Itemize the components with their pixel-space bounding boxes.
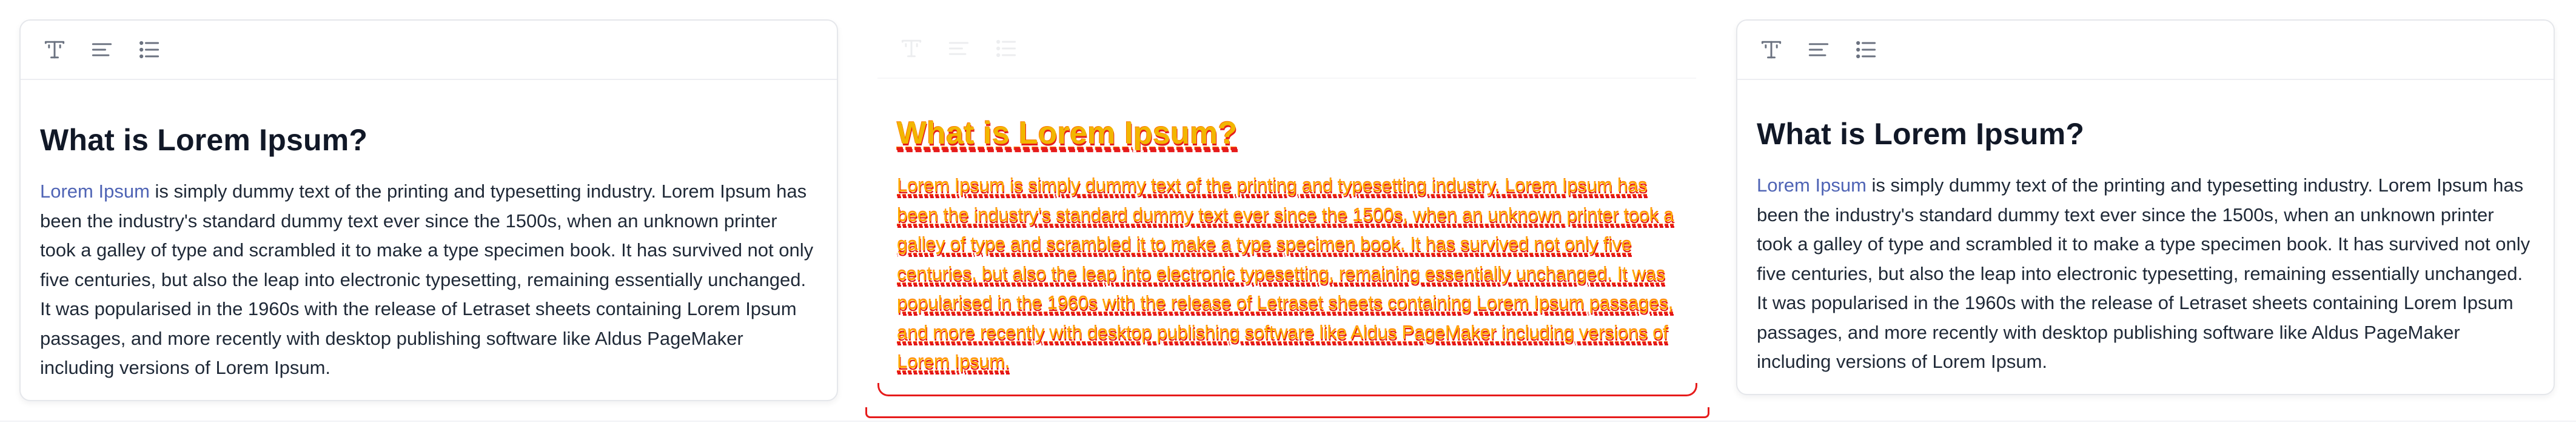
list-button[interactable] [993, 35, 1019, 62]
list-button[interactable] [136, 36, 163, 63]
editor-content[interactable]: What is Lorem Ipsum? Lorem Ipsum is simp… [1737, 80, 2554, 377]
text-style-button[interactable] [41, 36, 68, 63]
document-paragraph: Lorem Ipsum is simply dummy text of the … [40, 177, 817, 383]
align-left-button[interactable] [1805, 36, 1832, 63]
editor-toolbar [21, 21, 837, 80]
text-style-icon [901, 39, 922, 58]
text-style-button[interactable] [898, 35, 925, 62]
glitch-border-outline-outer [865, 407, 1709, 418]
canvas: What is Lorem Ipsum? Lorem Ipsum is simp… [0, 0, 2576, 423]
document-title: What is Lorem Ipsum? [40, 123, 368, 157]
document-title: What is Lorem Ipsum? [1757, 117, 2085, 151]
list-icon [1856, 41, 1876, 59]
glitch-border-outline [877, 383, 1697, 396]
align-left-button[interactable] [945, 35, 972, 62]
align-left-icon [1808, 43, 1829, 56]
text-style-icon [1761, 41, 1782, 59]
list-icon [139, 41, 159, 59]
align-left-icon [92, 43, 112, 56]
document-paragraph-glitch: Lorem Ipsum is simply dummy text of the … [897, 175, 1674, 372]
editor-toolbar [1737, 21, 2554, 80]
document-paragraph: Lorem Ipsum is simply dummy text of the … [1757, 171, 2534, 377]
lorem-ipsum-link[interactable]: Lorem Ipsum [40, 181, 150, 202]
editor-content-glitch[interactable]: What is Lorem Ipsum? Lorem Ipsum is simp… [877, 79, 1696, 377]
bottom-divider [0, 421, 2576, 422]
list-button[interactable] [1853, 36, 1879, 63]
editor-toolbar-faded [877, 19, 1696, 79]
editor-card-glitch: What is Lorem Ipsum? Lorem Ipsum is simp… [865, 19, 1709, 418]
list-icon [996, 39, 1016, 58]
editor-card-right: What is Lorem Ipsum? Lorem Ipsum is simp… [1736, 19, 2555, 395]
align-left-button[interactable] [89, 36, 115, 63]
paragraph-text: is simply dummy text of the printing and… [40, 181, 814, 378]
align-left-icon [948, 42, 969, 55]
text-style-button[interactable] [1758, 36, 1785, 63]
editor-content[interactable]: What is Lorem Ipsum? Lorem Ipsum is simp… [21, 80, 837, 383]
document-title-glitch: What is Lorem Ipsum? [897, 116, 1238, 151]
paragraph-text: is simply dummy text of the printing and… [1757, 175, 2531, 372]
editor-card-left: What is Lorem Ipsum? Lorem Ipsum is simp… [19, 19, 838, 401]
lorem-ipsum-link[interactable]: Lorem Ipsum [1757, 175, 1867, 196]
text-style-icon [44, 41, 65, 59]
